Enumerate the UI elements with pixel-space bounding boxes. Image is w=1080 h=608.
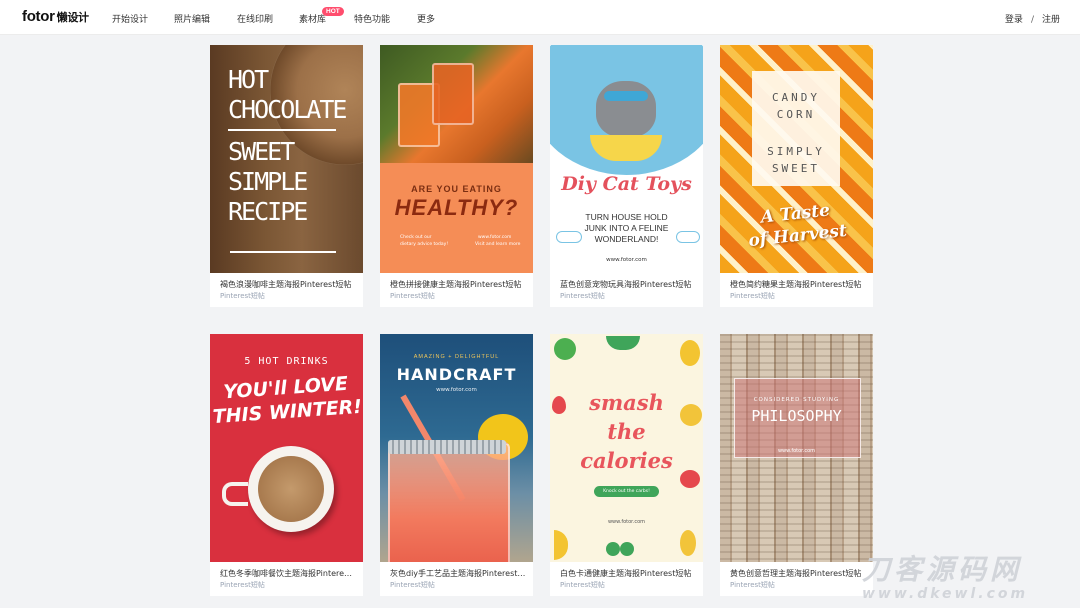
poster-line: SWEET	[771, 162, 821, 175]
watermelon-icon	[680, 470, 700, 488]
cat-image	[596, 81, 656, 137]
template-card[interactable]: smash the calories Knock out the carbs! …	[550, 334, 703, 596]
poster-underline	[230, 251, 336, 253]
card-thumbnail[interactable]: ARE YOU EATING HEALTHY? Check out our di…	[380, 45, 533, 273]
poster-line: www.fotor.com	[777, 448, 816, 454]
auth-separator: /	[1030, 15, 1034, 25]
poster-line: SIMPLE	[228, 167, 308, 196]
card-thumbnail[interactable]: Diy Cat Toys TURN HOUSE HOLD JUNK INTO A…	[550, 45, 703, 273]
card-title[interactable]: 褐色浪漫咖啡主题海报Pinterest短帖	[220, 279, 356, 290]
site-watermark: 刀客源码网 www.dkewl.com	[862, 548, 1028, 602]
logo-text: fotor	[22, 8, 55, 25]
register-link[interactable]: 注册	[1042, 15, 1060, 25]
nav-more[interactable]: 更多	[417, 12, 435, 25]
watermelon-slice-icon	[606, 336, 640, 350]
carrot-juice-image	[380, 45, 533, 163]
poster-line: Diy Cat Toys	[561, 173, 692, 195]
cloud-icon	[556, 231, 582, 243]
poster-line: CORN	[776, 108, 816, 121]
poster-line: calories	[580, 448, 673, 473]
card-title[interactable]: 蓝色创意宠物玩具海报Pinterest短帖	[560, 279, 696, 290]
poster-line: dietary advice today!	[400, 242, 449, 247]
poster-line: the	[607, 419, 646, 444]
card-thumbnail[interactable]: HOT CHOCOLATE SWEET SIMPLE RECIPE	[210, 45, 363, 273]
cloud-icon	[676, 231, 700, 243]
card-category: Pinterest短帖	[220, 292, 265, 300]
card-title[interactable]: 橙色简约糖果主题海报Pinterest短帖	[730, 279, 866, 290]
card-title[interactable]: 灰色diy手工艺品主题海报Pinterest短帖	[390, 568, 526, 579]
poster-line: www.fotor.com	[607, 519, 646, 525]
banana-icon	[554, 530, 568, 560]
poster-line: CANDY	[771, 91, 821, 104]
poster-line: www.fotor.com	[478, 235, 512, 240]
nav-start-design[interactable]: 开始设计	[112, 12, 148, 25]
pineapple-icon	[680, 530, 696, 556]
card-title[interactable]: 红色冬季咖啡餐饮主题海报Pinterest短帖	[220, 568, 356, 579]
card-category: Pinterest短帖	[560, 292, 605, 300]
logo-sub-text: 懒设计	[56, 12, 89, 24]
auth-links: 登录 / 注册	[1005, 12, 1060, 25]
poster-divider	[228, 129, 336, 131]
poster-line: Check out our	[400, 235, 432, 240]
poster-line: CONSIDERED STUDYING	[753, 397, 840, 403]
template-card[interactable]: 5 HOT DRINKS YOU'll LOVE THIS WINTER! 红色…	[210, 334, 363, 596]
template-card[interactable]: CONSIDERED STUDYING PHILOSOPHY www.fotor…	[720, 334, 873, 596]
jar-lid	[388, 440, 506, 454]
drink-jar-image	[388, 442, 510, 562]
poster-line: ARE YOU EATING	[411, 184, 502, 194]
poster-line: AMAZING + DELIGHTFUL	[413, 354, 500, 360]
template-card[interactable]: HOT CHOCOLATE SWEET SIMPLE RECIPE 褐色浪漫咖啡…	[210, 45, 363, 307]
poster-line: TURN HOUSE HOLD	[585, 212, 668, 222]
poster-line: PHILOSOPHY	[751, 407, 842, 425]
poster-line: HEALTHY?	[394, 195, 519, 220]
hot-badge: HOT	[322, 7, 344, 16]
poster-line: www.fotor.com	[606, 257, 647, 263]
template-card[interactable]: AMAZING + DELIGHTFUL HANDCRAFT www.fotor…	[380, 334, 533, 596]
grape-icon	[606, 542, 620, 556]
template-card[interactable]: CANDY CORN SIMPLY SWEET A Taste of Harve…	[720, 45, 873, 307]
card-category: Pinterest短帖	[730, 581, 775, 589]
top-nav-bar: fotor 懒设计 开始设计 照片编辑 在线印刷 素材库 HOT 特色功能 更多 …	[0, 0, 1080, 35]
poster-line: 5 HOT DRINKS	[244, 356, 329, 367]
poster-line: SWEET	[228, 137, 295, 166]
card-category: Pinterest短帖	[560, 581, 605, 589]
nav-online-print[interactable]: 在线印刷	[237, 12, 273, 25]
card-category: Pinterest短帖	[220, 581, 265, 589]
card-title[interactable]: 橙色拼接健康主题海报Pinterest短帖	[390, 279, 526, 290]
pineapple-icon	[680, 340, 700, 366]
card-category: Pinterest短帖	[730, 292, 775, 300]
card-thumbnail[interactable]: AMAZING + DELIGHTFUL HANDCRAFT www.fotor…	[380, 334, 533, 562]
watermark-title: 刀客源码网	[862, 553, 1023, 586]
watermark-url: www.dkewl.com	[862, 586, 1029, 602]
poster-line: HANDCRAFT	[396, 365, 517, 384]
template-card[interactable]: ARE YOU EATING HEALTHY? Check out our di…	[380, 45, 533, 307]
poster-line: Visit and learn more	[475, 242, 521, 247]
poster-line: HOT	[228, 65, 269, 94]
card-thumbnail[interactable]: CONSIDERED STUDYING PHILOSOPHY www.fotor…	[720, 334, 873, 562]
template-card[interactable]: Diy Cat Toys TURN HOUSE HOLD JUNK INTO A…	[550, 45, 703, 307]
login-link[interactable]: 登录	[1005, 15, 1023, 25]
poster-line: smash	[589, 390, 664, 415]
coffee-mug-image	[248, 446, 334, 532]
card-title[interactable]: 白色卡通健康主题海报Pinterest短帖	[560, 568, 696, 579]
grape-icon	[620, 542, 634, 556]
card-title[interactable]: 黄色创意哲理主题海报Pinterest短帖	[730, 568, 866, 579]
card-thumbnail[interactable]: smash the calories Knock out the carbs! …	[550, 334, 703, 562]
card-thumbnail[interactable]: CANDY CORN SIMPLY SWEET A Taste of Harve…	[720, 45, 873, 273]
poster-line: SIMPLY	[767, 145, 825, 158]
poster-line: www.fotor.com	[436, 387, 477, 393]
watermelon-icon	[554, 338, 576, 360]
card-category: Pinterest短帖	[390, 292, 435, 300]
mug-handle	[222, 482, 248, 506]
nav-features[interactable]: 特色功能	[354, 12, 390, 25]
fotor-logo[interactable]: fotor 懒设计	[22, 8, 89, 25]
nav-photo-edit[interactable]: 照片编辑	[174, 12, 210, 25]
poster-line: RECIPE	[228, 197, 308, 226]
poster-line: Knock out the carbs!	[594, 486, 659, 497]
poster-line: CHOCOLATE	[228, 95, 347, 124]
card-category: Pinterest短帖	[390, 581, 435, 589]
card-thumbnail[interactable]: 5 HOT DRINKS YOU'll LOVE THIS WINTER!	[210, 334, 363, 562]
